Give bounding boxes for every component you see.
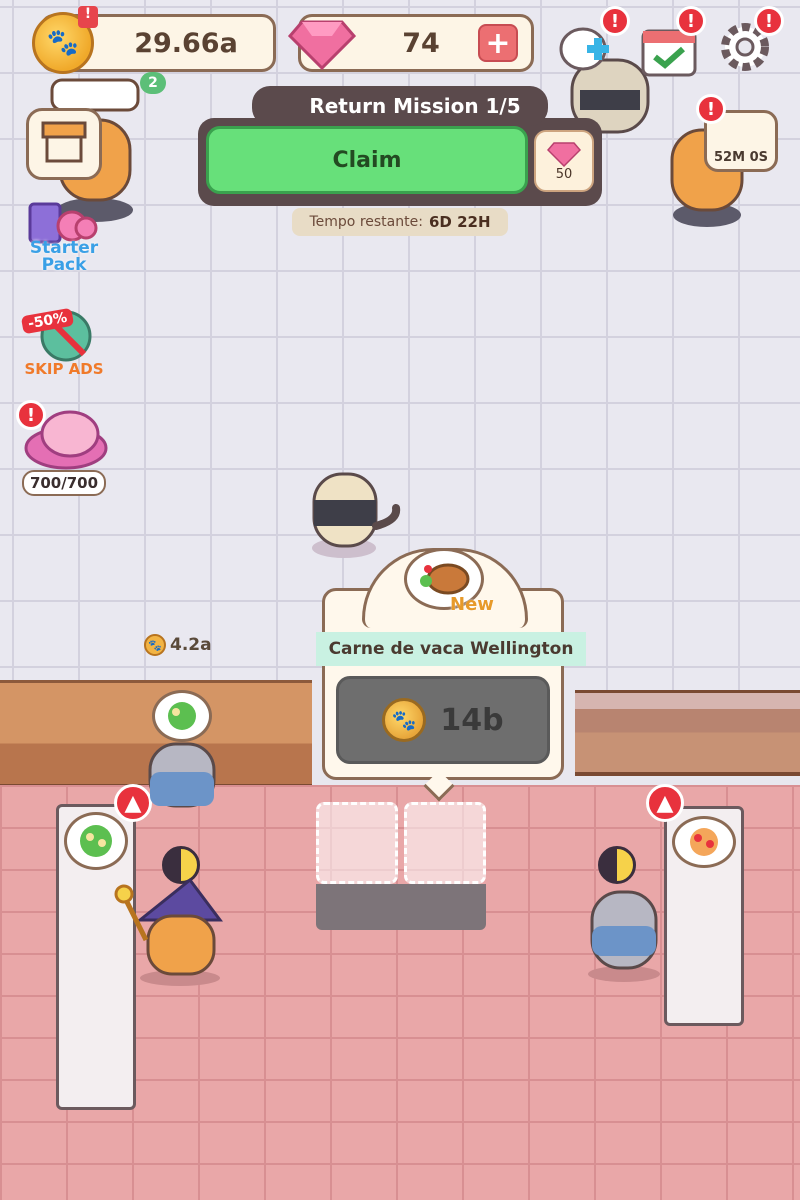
mission-title-text: Return Mission 1/5 — [309, 94, 521, 118]
gem-amount: 74 — [402, 27, 440, 59]
piggy-bank-alert: ! — [16, 400, 46, 430]
dish-price: 14b — [440, 702, 504, 738]
buy-gems-button[interactable]: + — [478, 24, 518, 62]
gem-icon — [547, 141, 581, 167]
settings-alert: ! — [754, 6, 784, 36]
unlock-dish-button[interactable]: 🐾 14b — [336, 676, 550, 764]
salad-order-bubble — [152, 690, 212, 742]
paw-coin-icon: 🐾 — [144, 634, 166, 656]
timed-offer-countdown: 52M 0S — [714, 150, 768, 165]
mission-reward: 50 — [534, 130, 594, 192]
pizza-plate — [672, 816, 736, 868]
chef-cat-right[interactable] — [574, 882, 674, 982]
skip-ads-label: SKIP ADS — [24, 360, 104, 378]
waiter-cat[interactable] — [300, 460, 404, 560]
piggy-bank-count: 700/700 — [22, 470, 106, 496]
claim-button[interactable]: Claim — [206, 126, 528, 194]
chef-cat-counter[interactable] — [140, 736, 226, 812]
add-staff-alert: ! — [600, 6, 630, 36]
new-badge: New — [450, 594, 494, 615]
skip-ads-button[interactable]: -50% SKIP ADS — [16, 304, 112, 382]
income-indicator: 🐾 4.2a — [144, 634, 212, 656]
kitchen-counter-right — [575, 690, 800, 776]
starter-pack-label: Starter Pack — [29, 238, 99, 275]
coin-badge: ! — [78, 6, 98, 28]
claim-button-label: Claim — [332, 147, 402, 173]
empty-station-slot-2[interactable] — [404, 802, 486, 884]
mission-title: Return Mission 1/5 — [252, 86, 548, 126]
upgrade-arrow-right[interactable]: ▲ — [646, 784, 684, 822]
paw-coin-icon: 🐾 — [382, 698, 427, 742]
time-remaining-value: 6D 22H — [428, 213, 491, 231]
wizard-chef-cat[interactable] — [110, 866, 240, 986]
time-remaining-label: Tempo restante: — [309, 214, 423, 230]
timed-offer-alert: ! — [696, 94, 726, 124]
empty-station-slot-1[interactable] — [316, 802, 398, 884]
shop-button[interactable] — [26, 108, 102, 180]
time-remaining: Tempo restante: 6D 22H — [292, 208, 508, 236]
calendar-alert: ! — [676, 6, 706, 36]
friends-badge: 2 — [140, 72, 166, 94]
empty-station-base — [316, 884, 486, 930]
gem-icon — [288, 20, 356, 70]
coin-amount: 29.66a — [134, 27, 238, 59]
income-amount: 4.2a — [170, 635, 212, 655]
starter-pack-button[interactable]: Starter Pack — [22, 196, 106, 280]
dish-name: Carne de vaca Wellington — [316, 632, 586, 666]
beef-wellington-icon — [420, 563, 470, 595]
friends-count: 2 — [148, 75, 158, 91]
reward-amount: 50 — [555, 166, 573, 182]
dish-name-text: Carne de vaca Wellington — [328, 639, 574, 659]
moon-timer-icon-right — [598, 846, 636, 884]
salad-plate — [64, 812, 128, 870]
shop-icon — [41, 121, 87, 163]
